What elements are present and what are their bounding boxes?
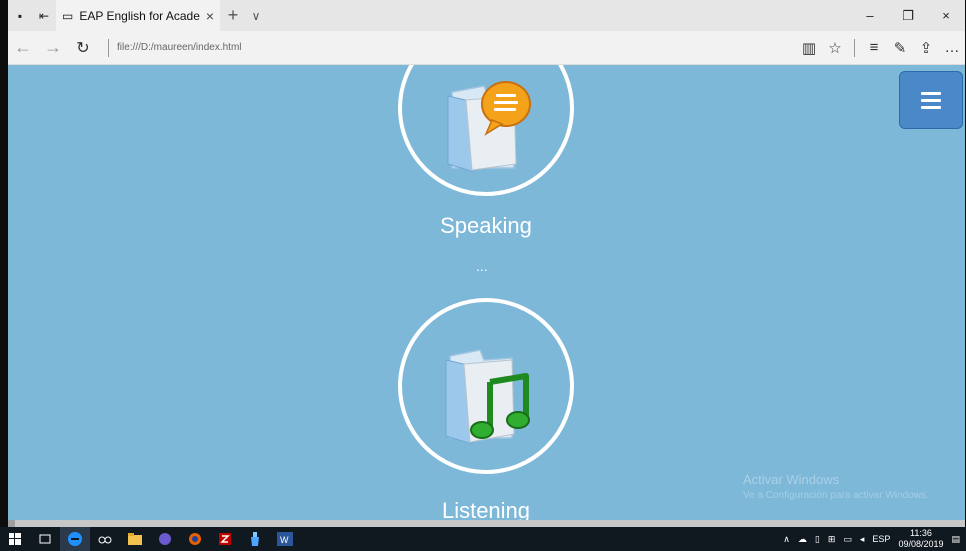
app-flask-icon[interactable] (240, 527, 270, 551)
activation-watermark-title: Activar Windows (743, 472, 840, 487)
activation-watermark-text: Ve a Configuración para activar Windows. (743, 490, 929, 501)
window-frame-left (0, 0, 8, 551)
menu-bar-icon (921, 105, 941, 109)
menu-bar-icon (921, 91, 941, 95)
battery-icon[interactable]: ▭ (843, 534, 852, 545)
speech-bubble-folder-icon (447, 81, 531, 172)
system-tray: ∧ ☁ ▯ ⊞ ▭ ◂ ESP 11:36 09/08/2019 ▤ (783, 528, 966, 550)
action-center-icon[interactable]: ▤ (951, 534, 960, 545)
network-icon[interactable]: ⊞ (828, 534, 836, 545)
task-view-icon[interactable] (30, 527, 60, 551)
edge-browser-icon[interactable] (60, 527, 90, 551)
page-content: Speaking ... Listening Activar Windows V… (8, 65, 965, 520)
forward-button[interactable]: → (38, 37, 68, 58)
close-window-button[interactable]: × (927, 0, 965, 31)
web-notes-icon[interactable]: ✎ (887, 39, 913, 57)
page-icon: ▭ (62, 8, 74, 23)
menu-bar-icon (921, 98, 941, 102)
refresh-button[interactable]: ↻ (68, 38, 98, 58)
set-tabs-aside-icon[interactable]: ⇤ (32, 0, 56, 31)
windows-taskbar: W ∧ ☁ ▯ ⊞ ▭ ◂ ESP 11:36 09/08/2019 ▤ (0, 527, 966, 551)
address-bar: ← → ↻ file:///D:/maureen/index.html ▥ ☆ … (8, 31, 965, 65)
people-icon[interactable] (90, 527, 120, 551)
usb-device-icon[interactable]: ▯ (815, 534, 820, 545)
tools-separator (854, 38, 855, 57)
address-separator (108, 38, 109, 57)
tab-active[interactable]: ▭ EAP English for Academ × (56, 0, 220, 31)
tab-preview-icon[interactable]: ▪ (8, 0, 32, 31)
minimize-button[interactable]: – (851, 0, 889, 31)
hamburger-menu-button[interactable] (899, 71, 963, 129)
url-field[interactable]: file:///D:/maureen/index.html (117, 42, 796, 53)
new-tab-button[interactable]: + (220, 5, 246, 26)
language-indicator[interactable]: ESP (872, 534, 890, 544)
favorite-star-icon[interactable]: ☆ (822, 39, 848, 57)
cloud-icon[interactable]: ☁ (798, 534, 807, 545)
speaking-circle-link[interactable] (398, 65, 574, 196)
music-note-folder-icon (445, 349, 530, 445)
listening-circle-link[interactable] (398, 298, 574, 474)
restore-button[interactable]: ❐ (889, 0, 927, 31)
section-label-listening[interactable]: Listening (386, 498, 586, 520)
firefox-icon[interactable] (180, 527, 210, 551)
browser-tools: ▥ ☆ ≡ ✎ ⇪ … (796, 38, 965, 57)
more-icon[interactable]: … (939, 39, 965, 56)
app-icon[interactable] (150, 527, 180, 551)
scroll-left-arrow-icon[interactable] (8, 520, 15, 527)
file-explorer-icon[interactable] (120, 527, 150, 551)
word-icon[interactable]: W (270, 527, 300, 551)
hub-icon[interactable]: ≡ (861, 39, 887, 56)
clock-date: 09/08/2019 (898, 539, 944, 549)
back-button[interactable]: ← (8, 37, 38, 58)
horizontal-scrollbar[interactable] (8, 520, 965, 527)
volume-icon[interactable]: ◂ (860, 534, 865, 545)
tab-title: EAP English for Academ (79, 8, 200, 23)
section-label-speaking[interactable]: Speaking (386, 213, 586, 239)
tab-bar: ▪ ⇤ ▭ EAP English for Academ × + ∨ – ❐ × (8, 0, 965, 31)
section-separator: ... (476, 258, 488, 274)
filezilla-icon[interactable] (210, 527, 240, 551)
window-controls: – ❐ × (851, 0, 965, 31)
clock[interactable]: 11:36 09/08/2019 (898, 528, 943, 550)
tab-menu-chevron-icon[interactable]: ∨ (246, 9, 266, 23)
start-windows-icon[interactable] (0, 527, 30, 551)
svg-text:W: W (280, 535, 289, 545)
tab-close-icon[interactable]: × (206, 8, 214, 24)
reading-view-icon[interactable]: ▥ (796, 39, 822, 57)
share-icon[interactable]: ⇪ (913, 39, 939, 57)
tray-chevron-up-icon[interactable]: ∧ (783, 534, 790, 545)
clock-time: 11:36 (910, 528, 932, 538)
